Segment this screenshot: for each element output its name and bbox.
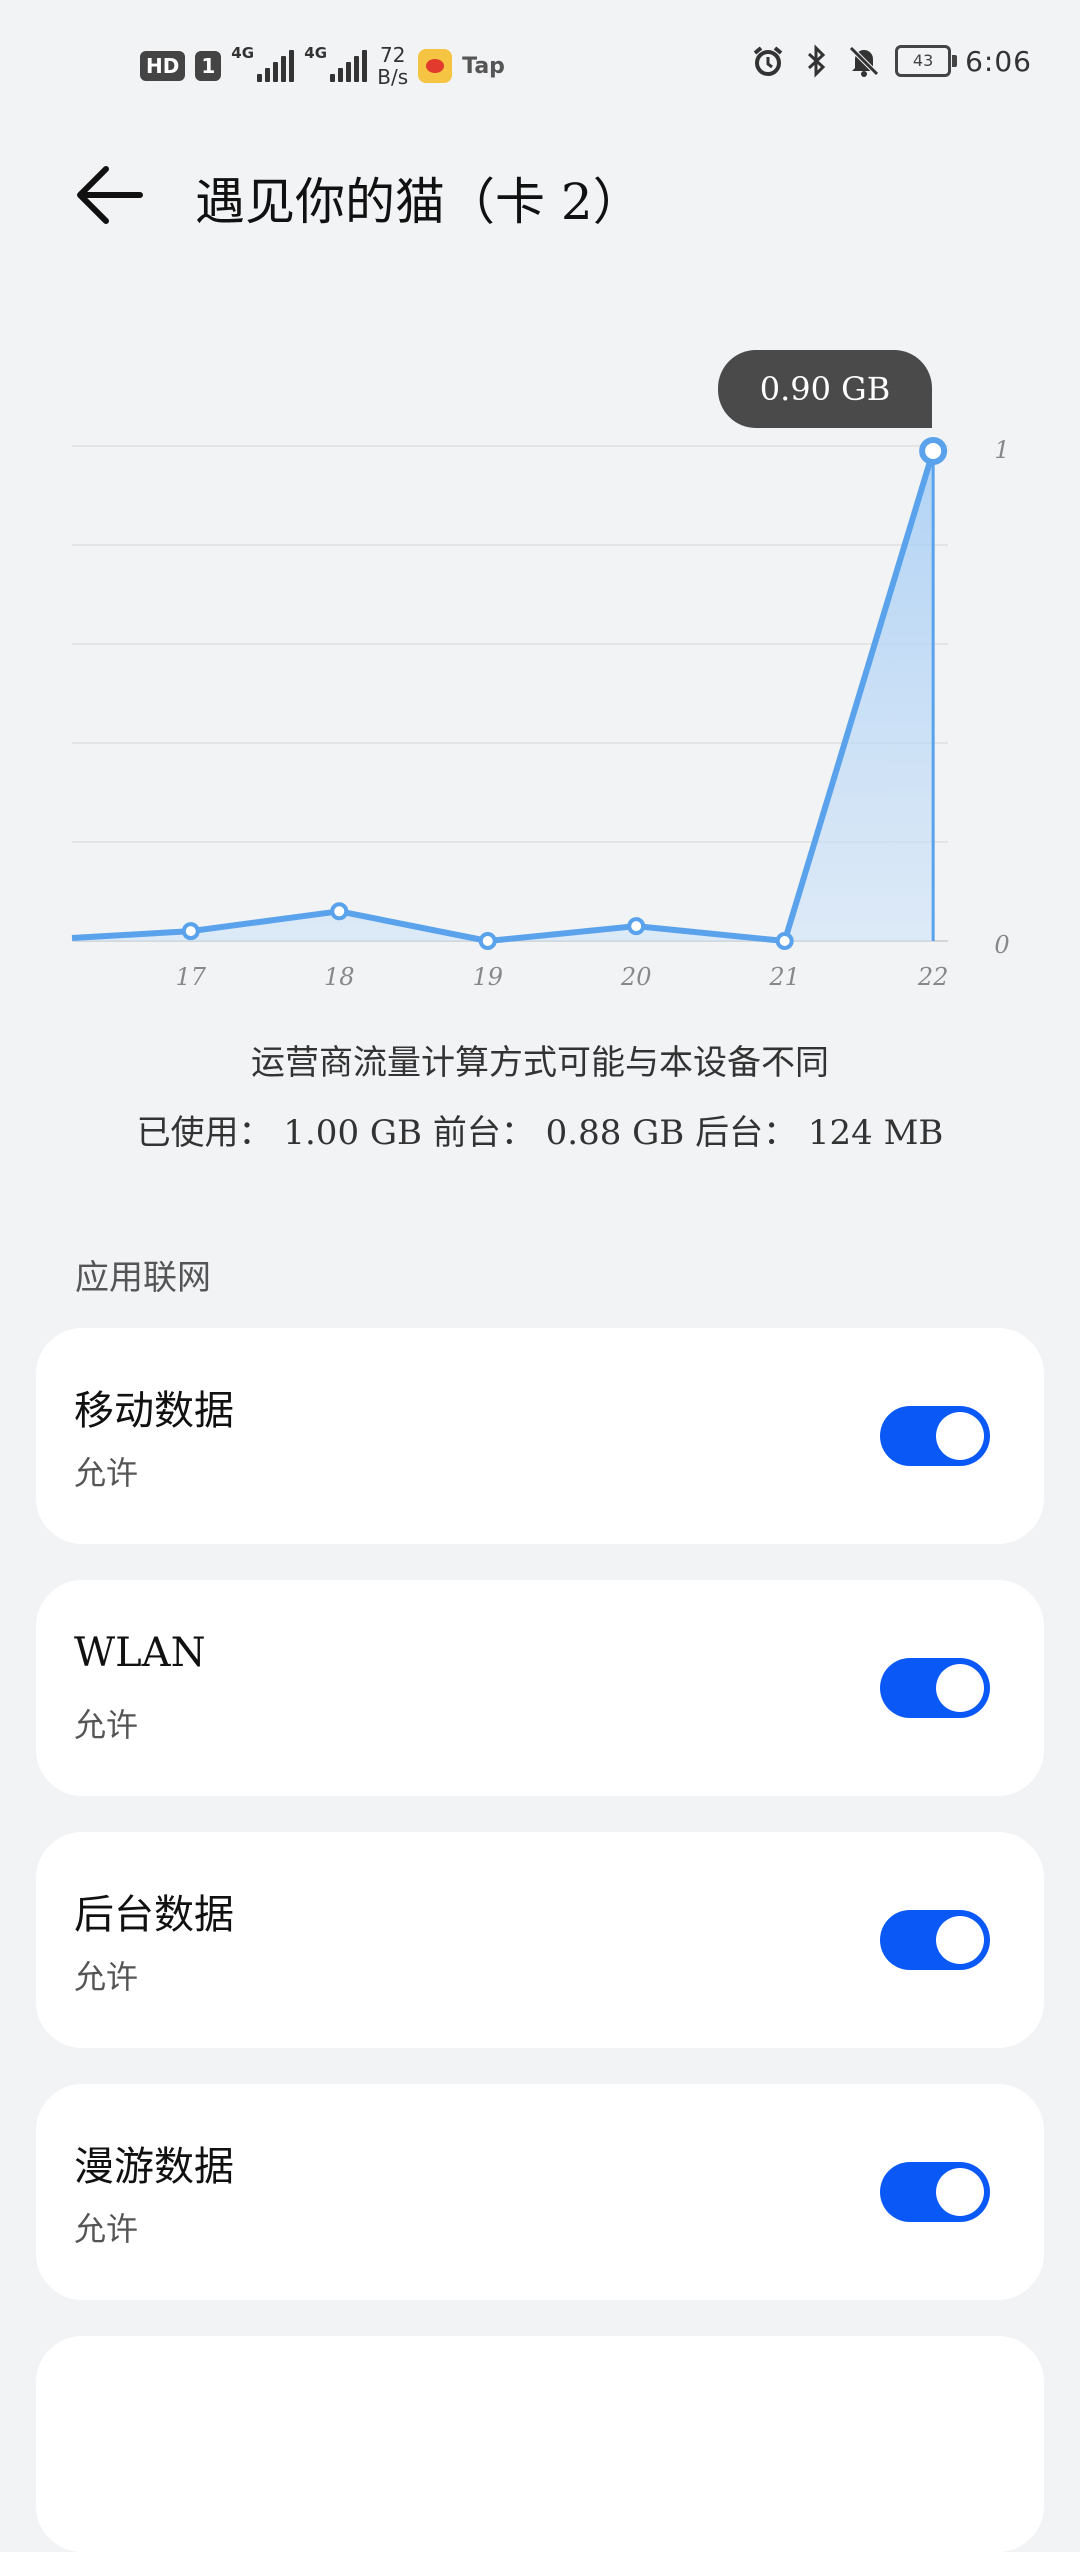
- sim-badge: 1: [195, 51, 222, 81]
- chart-data-point: [919, 436, 948, 465]
- usage-chart[interactable]: 17 18 19 20 21 22 1 0: [0, 330, 1080, 1010]
- network-type-label: 4G: [231, 44, 255, 62]
- chart-series-line: [71, 450, 937, 944]
- tap-app-icon: Tap: [462, 53, 505, 79]
- weibo-icon: [418, 49, 453, 83]
- usage-summary: 已使用： 1.00 GB 前台： 0.88 GB 后台： 124 MB: [136, 1113, 944, 1153]
- background-data-toggle[interactable]: [880, 1910, 990, 1970]
- setting-title: 后台数据: [74, 1892, 234, 1938]
- setting-title: 移动数据: [74, 1388, 234, 1434]
- network-type-label-2: 4G: [304, 44, 328, 62]
- hd-badge: HD: [140, 51, 186, 81]
- setting-title: WLAN: [74, 1630, 206, 1676]
- chart-y-tick-label: 1: [994, 436, 1009, 464]
- toggle-knob: [936, 1916, 984, 1964]
- bluetooth-icon: [799, 44, 833, 78]
- chart-data-point: [775, 932, 794, 950]
- alarm-icon: [751, 44, 785, 78]
- status-bar: HD 1 4G 4G 72 B/s Tap 43 6:06: [0, 0, 1080, 130]
- arrow-left-icon: [77, 166, 143, 224]
- chart-x-tick-label: 18: [324, 963, 355, 991]
- toggle-knob: [936, 2168, 984, 2216]
- setting-subtitle: 允许: [74, 1454, 139, 1492]
- chart-x-tick-label: 22: [917, 963, 949, 991]
- setting-roaming-data[interactable]: 漫游数据 允许: [36, 2084, 1044, 2300]
- chart-data-point: [330, 902, 349, 921]
- setting-wlan[interactable]: WLAN 允许: [36, 1580, 1044, 1796]
- roaming-data-toggle[interactable]: [880, 2162, 990, 2222]
- status-left: HD 1 4G 4G 72 B/s Tap: [140, 44, 505, 88]
- carrier-note: 运营商流量计算方式可能与本设备不同: [251, 1043, 829, 1083]
- chart-x-tick-label: 21: [768, 963, 800, 991]
- status-right: 43 6:06: [751, 44, 1032, 78]
- section-title: 应用联网: [75, 1258, 211, 1298]
- setting-background-data[interactable]: 后台数据 允许: [36, 1832, 1044, 2048]
- network-speed-value: 72: [379, 43, 406, 67]
- wlan-toggle[interactable]: [880, 1658, 990, 1718]
- setting-mobile-data[interactable]: 移动数据 允许: [36, 1328, 1044, 1544]
- chart-x-tick-label: 17: [176, 963, 207, 991]
- signal-icon-2: 4G: [304, 44, 368, 82]
- clock: 6:06: [965, 44, 1032, 78]
- toggle-knob: [936, 1412, 984, 1460]
- setting-subtitle: 允许: [74, 1706, 139, 1744]
- setting-title: 漫游数据: [74, 2144, 234, 2190]
- chart-x-tick-label: 19: [472, 963, 503, 991]
- setting-card-partial[interactable]: [36, 2336, 1044, 2552]
- mute-bell-icon: [847, 44, 881, 78]
- network-speed-unit: B/s: [377, 65, 409, 89]
- setting-subtitle: 允许: [74, 1958, 139, 1996]
- chart-tooltip: 0.90 GB: [718, 350, 932, 428]
- back-button[interactable]: [70, 160, 150, 230]
- chart-data-point: [627, 917, 646, 936]
- setting-subtitle: 允许: [74, 2210, 139, 2248]
- page-title: 遇见你的猫（卡 2）: [195, 173, 643, 231]
- header: 遇见你的猫（卡 2）: [0, 150, 1080, 240]
- network-speed: 72 B/s: [377, 44, 408, 88]
- chart-y-tick-label: 0: [994, 931, 1009, 959]
- toggle-knob: [936, 1664, 984, 1712]
- chart-x-tick-label: 20: [620, 963, 652, 991]
- chart-data-point: [478, 932, 497, 950]
- signal-icon: 4G: [231, 44, 295, 82]
- mobile-data-toggle[interactable]: [880, 1406, 990, 1466]
- chart-data-point: [181, 922, 200, 941]
- battery-icon: 43: [895, 45, 958, 77]
